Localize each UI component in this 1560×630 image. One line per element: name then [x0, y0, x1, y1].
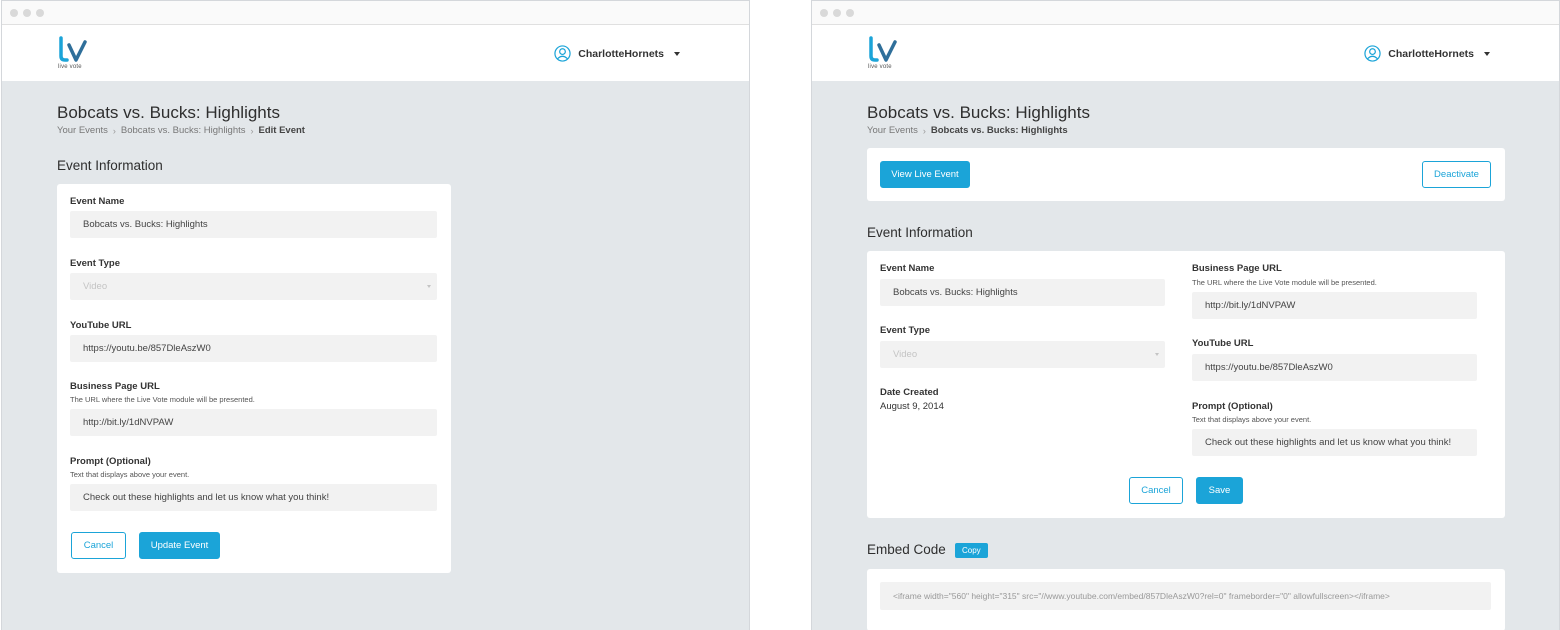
window-maximize-dot[interactable] [36, 9, 44, 17]
breadcrumb-event[interactable]: Bobcats vs. Bucks: Highlights [121, 125, 246, 136]
business-url-input[interactable]: http://bit.ly/1dNVPAW [1192, 292, 1477, 319]
window-close-dot[interactable] [10, 9, 18, 17]
chevron-down-icon [674, 51, 680, 56]
event-form-card: Event Name Bobcats vs. Bucks: Highlights… [57, 184, 451, 573]
event-actions-card: View Live Event Deactivate [867, 148, 1505, 201]
prompt-label: Prompt (Optional) [70, 456, 151, 467]
business-url-label: Business Page URL [1192, 263, 1282, 274]
event-type-select[interactable]: Video [880, 341, 1165, 368]
embed-code-card: <iframe width="560" height="315" src="//… [867, 569, 1505, 630]
prompt-label: Prompt (Optional) [1192, 401, 1273, 412]
breadcrumb-separator-icon: › [922, 125, 926, 136]
business-url-hint: The URL where the Live Vote module will … [70, 395, 255, 404]
edit-event-window: live vote CharlotteHornets Bobcats vs. B… [1, 0, 750, 630]
breadcrumb-your-events[interactable]: Your Events [867, 125, 918, 136]
breadcrumb: Your Events › Bobcats vs. Bucks: Highlig… [867, 125, 1068, 136]
logo-text: live vote [58, 64, 82, 70]
section-title: Event Information [867, 225, 973, 240]
business-url-hint: The URL where the Live Vote module will … [1192, 278, 1377, 287]
breadcrumb-separator-icon: › [250, 125, 254, 136]
event-detail-window: live vote CharlotteHornets Bobcats vs. B… [811, 0, 1560, 630]
breadcrumb: Your Events › Bobcats vs. Bucks: Highlig… [57, 125, 305, 136]
embed-code-field[interactable]: <iframe width="560" height="315" src="//… [880, 582, 1491, 610]
user-name: CharlotteHornets [1388, 47, 1474, 60]
event-type-select[interactable]: Video [70, 273, 437, 300]
window-maximize-dot[interactable] [846, 9, 854, 17]
app-header: live vote CharlotteHornets [812, 25, 1559, 81]
save-button[interactable]: Save [1196, 477, 1243, 504]
youtube-url-label: YouTube URL [70, 320, 132, 331]
chevron-down-icon [1484, 51, 1490, 56]
breadcrumb-your-events[interactable]: Your Events [57, 125, 108, 136]
event-name-label: Event Name [880, 263, 935, 274]
business-url-input[interactable]: http://bit.ly/1dNVPAW [70, 409, 437, 436]
event-name-input[interactable]: Bobcats vs. Bucks: Highlights [70, 211, 437, 238]
breadcrumb-current: Edit Event [258, 125, 305, 136]
event-type-value: Video [893, 349, 918, 360]
date-created-label: Date Created [880, 387, 939, 398]
user-avatar-icon [554, 45, 571, 62]
embed-code-title: Embed Code [867, 542, 946, 557]
date-created-value: August 9, 2014 [880, 401, 944, 412]
window-minimize-dot[interactable] [833, 9, 841, 17]
deactivate-button[interactable]: Deactivate [1422, 161, 1491, 188]
update-event-button[interactable]: Update Event [139, 532, 220, 559]
page-title: Bobcats vs. Bucks: Highlights [867, 103, 1090, 122]
window-titlebar [2, 1, 749, 25]
breadcrumb-current: Bobcats vs. Bucks: Highlights [930, 125, 1068, 136]
youtube-url-input[interactable]: https://youtu.be/857DleAszW0 [70, 335, 437, 362]
user-avatar-icon [1364, 45, 1381, 62]
event-info-card: Event Name Bobcats vs. Bucks: Highlights… [867, 251, 1505, 518]
window-close-dot[interactable] [820, 9, 828, 17]
cancel-button[interactable]: Cancel [1129, 477, 1183, 504]
event-type-value: Video [83, 281, 108, 292]
event-name-input[interactable]: Bobcats vs. Bucks: Highlights [880, 279, 1165, 306]
youtube-url-input[interactable]: https://youtu.be/857DleAszW0 [1192, 354, 1477, 381]
app-header: live vote CharlotteHornets [2, 25, 749, 81]
event-type-label: Event Type [880, 325, 930, 336]
window-titlebar [812, 1, 1559, 25]
view-live-event-button[interactable]: View Live Event [880, 161, 970, 188]
user-name: CharlotteHornets [578, 47, 664, 60]
youtube-url-label: YouTube URL [1192, 338, 1254, 349]
lv-logo-icon [869, 36, 897, 62]
page-title: Bobcats vs. Bucks: Highlights [57, 103, 280, 122]
cancel-button[interactable]: Cancel [71, 532, 126, 559]
prompt-hint: Text that displays above your event. [70, 470, 190, 479]
prompt-input[interactable]: Check out these highlights and let us kn… [1192, 429, 1477, 456]
logo-text: live vote [868, 64, 892, 70]
breadcrumb-separator-icon: › [112, 125, 116, 136]
business-url-label: Business Page URL [70, 381, 160, 392]
prompt-input[interactable]: Check out these highlights and let us kn… [70, 484, 437, 511]
prompt-hint: Text that displays above your event. [1192, 415, 1312, 424]
event-type-label: Event Type [70, 258, 120, 269]
live-vote-logo[interactable]: live vote [58, 36, 88, 72]
live-vote-logo[interactable]: live vote [868, 36, 898, 72]
lv-logo-icon [59, 36, 87, 62]
window-minimize-dot[interactable] [23, 9, 31, 17]
chevron-down-icon [1155, 353, 1159, 356]
event-name-label: Event Name [70, 196, 125, 207]
copy-button[interactable]: Copy [955, 543, 988, 558]
user-menu[interactable]: CharlotteHornets [554, 45, 680, 62]
section-title: Event Information [57, 158, 163, 173]
chevron-down-icon [427, 285, 431, 288]
user-menu[interactable]: CharlotteHornets [1364, 45, 1490, 62]
